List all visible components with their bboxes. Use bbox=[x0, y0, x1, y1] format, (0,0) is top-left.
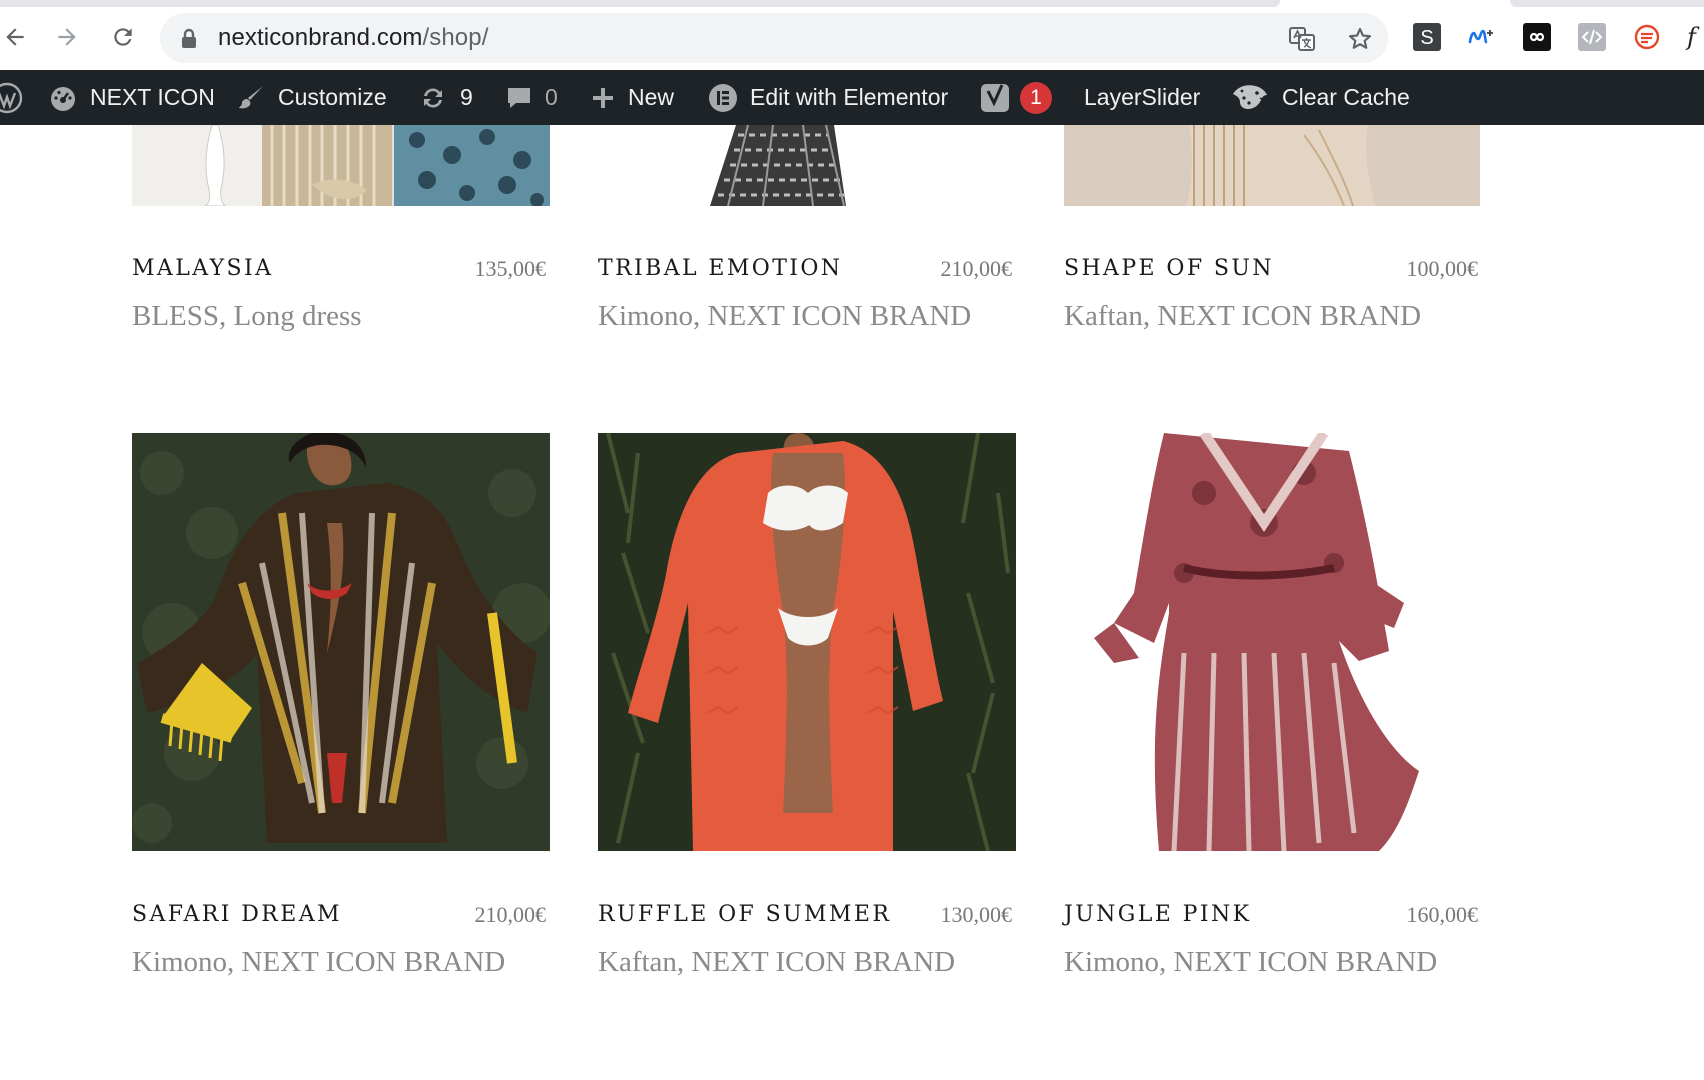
tribal-emotion-photo bbox=[598, 125, 1016, 206]
product-image-tribal-emotion[interactable] bbox=[598, 125, 1016, 206]
s-extension-icon: S bbox=[1413, 23, 1441, 51]
shop-page: MALAYSIA 135,00€ BLESS, Long dress TRIBA… bbox=[0, 125, 1704, 1080]
product-image-ruffle-of-summer[interactable] bbox=[598, 433, 1016, 851]
translate-button[interactable] bbox=[1288, 25, 1316, 53]
tab-strip bbox=[0, 0, 1704, 8]
new-content-menu[interactable]: New bbox=[590, 70, 674, 125]
wp-admin-bar: NEXT ICON Customize 9 0 New Edit with El… bbox=[0, 70, 1704, 125]
active-tab[interactable] bbox=[0, 0, 1280, 7]
product-price: 210,00€ bbox=[940, 256, 1013, 281]
url-path: /shop/ bbox=[422, 24, 489, 51]
back-arrow-icon bbox=[6, 28, 24, 46]
brush-icon bbox=[236, 83, 266, 113]
forward-button[interactable] bbox=[52, 22, 82, 52]
inactive-tab[interactable] bbox=[1510, 0, 1704, 7]
layerslider-link[interactable]: LayerSlider bbox=[1084, 70, 1200, 125]
product-price: 130,00€ bbox=[940, 902, 1013, 927]
ruffle-of-summer-photo bbox=[598, 433, 1016, 851]
product-categories[interactable]: Kimono, NEXT ICON BRAND bbox=[1064, 946, 1437, 979]
edit-with-elementor-link[interactable]: Edit with Elementor bbox=[708, 70, 948, 125]
malaysia-photo bbox=[132, 125, 550, 206]
elementor-icon bbox=[708, 83, 738, 113]
extension-f-button[interactable]: f bbox=[1682, 22, 1704, 52]
svg-text:S: S bbox=[1420, 27, 1433, 49]
layerslider-label: LayerSlider bbox=[1084, 84, 1201, 110]
clear-cache-link[interactable]: Clear Cache bbox=[1230, 70, 1410, 125]
infinity-icon bbox=[1523, 23, 1551, 51]
translate-icon bbox=[1289, 27, 1315, 51]
customize-label: Customize bbox=[278, 84, 387, 110]
wordpress-icon bbox=[0, 82, 23, 113]
lock-icon bbox=[182, 28, 196, 48]
product-categories[interactable]: Kaftan, NEXT ICON BRAND bbox=[1064, 300, 1421, 333]
dashboard-gauge-icon bbox=[48, 83, 78, 113]
comments-link[interactable]: 0 bbox=[505, 70, 558, 125]
star-icon bbox=[1348, 27, 1372, 49]
reload-button[interactable] bbox=[108, 22, 138, 52]
product-categories[interactable]: Kimono, NEXT ICON BRAND bbox=[598, 300, 971, 333]
product-image-jungle-pink[interactable] bbox=[1064, 433, 1482, 851]
forward-arrow-icon bbox=[58, 28, 76, 46]
product-title[interactable]: SAFARI DREAM bbox=[132, 902, 342, 927]
movistar-icon bbox=[1468, 29, 1493, 44]
site-name-label: NEXT ICON bbox=[90, 84, 215, 110]
reload-icon bbox=[114, 28, 132, 46]
customize-link[interactable]: Customize bbox=[236, 70, 387, 125]
product-price: 160,00€ bbox=[1406, 902, 1479, 927]
elementor-label: Edit with Elementor bbox=[750, 84, 949, 110]
bookmark-button[interactable] bbox=[1346, 25, 1374, 53]
clear-cache-label: Clear Cache bbox=[1282, 84, 1410, 110]
product-image-safari-dream[interactable] bbox=[132, 433, 550, 851]
yoast-notification-badge: 1 bbox=[1020, 81, 1052, 114]
updates-link[interactable]: 9 bbox=[418, 70, 473, 125]
back-button[interactable] bbox=[0, 22, 30, 52]
svg-text:f: f bbox=[1685, 23, 1700, 51]
wp-logo-button[interactable] bbox=[0, 70, 24, 125]
url-domain: nexticonbrand.com bbox=[218, 24, 423, 51]
yoast-icon bbox=[980, 81, 1012, 115]
url-text[interactable]: nexticonbrand.com/shop/ bbox=[218, 24, 488, 52]
updates-count: 9 bbox=[460, 84, 473, 110]
new-label: New bbox=[628, 84, 675, 110]
extension-code-button[interactable] bbox=[1577, 22, 1607, 52]
jungle-pink-photo bbox=[1064, 433, 1482, 851]
extension-movistar-button[interactable] bbox=[1467, 22, 1497, 52]
browser-chrome: nexticonbrand.com/shop/ S f bbox=[0, 0, 1704, 70]
product-categories[interactable]: Kimono, NEXT ICON BRAND bbox=[132, 946, 505, 979]
product-title[interactable]: JUNGLE PINK bbox=[1064, 902, 1251, 927]
product-image-shape-of-sun[interactable] bbox=[1064, 125, 1480, 206]
hash-circle-icon bbox=[1634, 24, 1660, 50]
update-icon bbox=[418, 83, 448, 113]
product-price: 135,00€ bbox=[474, 256, 547, 281]
product-price: 210,00€ bbox=[474, 902, 547, 927]
product-image-malaysia[interactable] bbox=[132, 125, 550, 206]
plus-icon bbox=[590, 85, 616, 111]
extension-s-button[interactable]: S bbox=[1412, 22, 1442, 52]
comments-count: 0 bbox=[545, 84, 558, 110]
site-name-menu[interactable]: NEXT ICON bbox=[48, 70, 215, 125]
product-price: 100,00€ bbox=[1406, 256, 1479, 281]
address-bar[interactable]: nexticonbrand.com/shop/ bbox=[160, 13, 1388, 63]
product-categories[interactable]: BLESS, Long dress bbox=[132, 300, 362, 333]
cheetah-icon bbox=[1230, 82, 1270, 114]
product-title[interactable]: TRIBAL EMOTION bbox=[598, 256, 842, 281]
product-title[interactable]: SHAPE OF SUN bbox=[1064, 256, 1274, 281]
product-title[interactable]: MALAYSIA bbox=[132, 256, 273, 281]
code-icon bbox=[1578, 23, 1606, 51]
comment-icon bbox=[505, 84, 533, 112]
extension-infinity-button[interactable] bbox=[1522, 22, 1552, 52]
product-categories[interactable]: Kaftan, NEXT ICON BRAND bbox=[598, 946, 955, 979]
yoast-seo-menu[interactable]: 1 bbox=[980, 70, 1052, 125]
safari-dream-photo bbox=[132, 433, 550, 851]
extension-hash-button[interactable] bbox=[1632, 22, 1662, 52]
shape-of-sun-photo bbox=[1064, 125, 1480, 206]
f-extension-icon: f bbox=[1685, 23, 1700, 51]
product-title[interactable]: RUFFLE OF SUMMER bbox=[598, 902, 891, 927]
